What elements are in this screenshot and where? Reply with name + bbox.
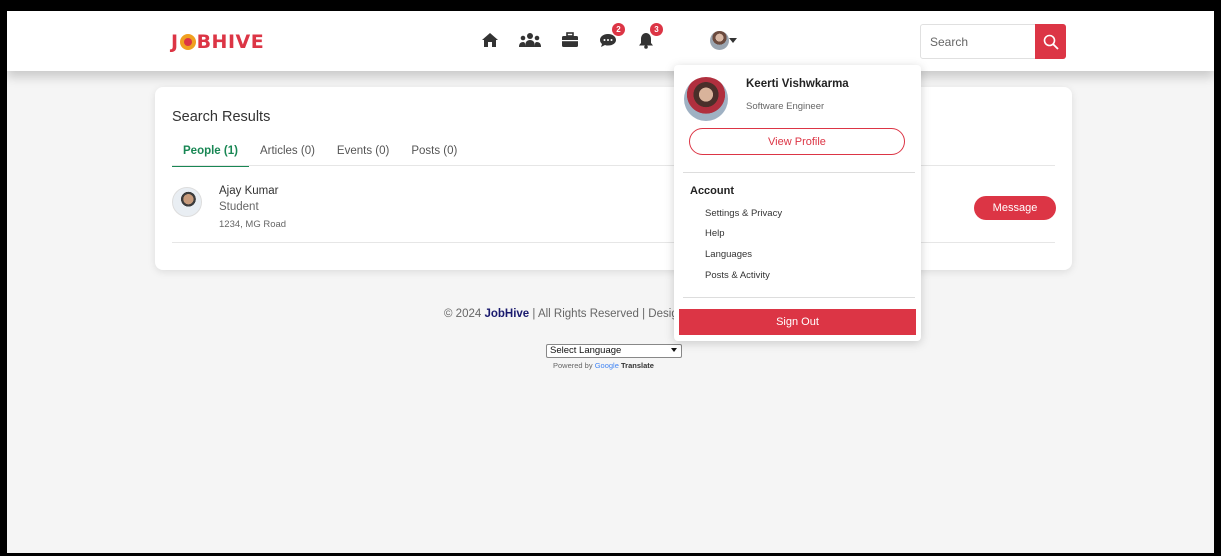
avatar[interactable] xyxy=(172,187,202,217)
search-results-title: Search Results xyxy=(172,109,271,125)
person-name[interactable]: Ajay Kumar xyxy=(219,185,278,197)
divider xyxy=(683,172,915,173)
profile-dropdown-menu: Keerti Vishwkarma Software Engineer View… xyxy=(674,65,921,341)
tab-posts[interactable]: Posts (0) xyxy=(400,140,468,167)
menu-item-help[interactable]: Help xyxy=(705,228,725,239)
app-screen: J BHIVE 2 3 Search Search Results People… xyxy=(7,11,1214,553)
divider xyxy=(683,297,915,298)
divider xyxy=(172,242,1055,243)
avatar-image xyxy=(709,30,729,50)
language-select[interactable]: Select Language xyxy=(546,344,682,358)
google-logo: Google xyxy=(594,361,619,370)
briefcase-icon[interactable] xyxy=(559,29,581,51)
chevron-down-icon xyxy=(671,348,677,352)
footer-text: © 2024 JobHive | All Rights Reserved | D… xyxy=(444,308,678,320)
search-results-card: Search Results People (1) Articles (0) E… xyxy=(155,87,1072,270)
search-box xyxy=(920,24,1066,59)
profile-role: Software Engineer xyxy=(746,101,825,112)
tab-people[interactable]: People (1) xyxy=(172,140,249,167)
navbar: J BHIVE 2 3 xyxy=(7,11,1214,71)
results-tabs: People (1) Articles (0) Events (0) Posts… xyxy=(172,140,468,167)
translate-link[interactable]: Translate xyxy=(621,361,654,370)
notifications-icon[interactable]: 3 xyxy=(635,23,663,51)
search-icon xyxy=(1043,34,1059,50)
search-input[interactable] xyxy=(921,25,1035,58)
home-icon[interactable] xyxy=(479,29,501,51)
profile-name: Keerti Vishwkarma xyxy=(746,78,849,90)
account-heading: Account xyxy=(690,185,734,197)
menu-item-languages[interactable]: Languages xyxy=(705,249,752,260)
footer-brand-link[interactable]: JobHive xyxy=(484,308,529,320)
avatar xyxy=(684,77,728,121)
notifications-badge: 3 xyxy=(650,23,663,36)
network-icon[interactable] xyxy=(519,29,541,51)
person-address: 1234, MG Road xyxy=(219,219,287,230)
messages-icon[interactable]: 2 xyxy=(597,23,625,51)
search-button[interactable] xyxy=(1035,24,1066,59)
messages-badge: 2 xyxy=(612,23,625,36)
person-role: Student xyxy=(219,201,259,213)
logo[interactable]: J BHIVE xyxy=(171,31,264,53)
powered-by-text: Powered by Google Translate xyxy=(553,361,654,370)
menu-item-posts-activity[interactable]: Posts & Activity xyxy=(705,270,770,281)
tab-events[interactable]: Events (0) xyxy=(326,140,400,167)
view-profile-button[interactable]: View Profile xyxy=(689,128,905,155)
divider xyxy=(172,165,1055,166)
logo-o-icon xyxy=(179,34,196,50)
chevron-down-icon[interactable] xyxy=(729,38,737,43)
profile-avatar[interactable] xyxy=(708,29,730,51)
tab-articles[interactable]: Articles (0) xyxy=(249,140,326,167)
sign-out-button[interactable]: Sign Out xyxy=(679,309,916,335)
message-button[interactable]: Message xyxy=(974,196,1056,220)
menu-item-settings-privacy[interactable]: Settings & Privacy xyxy=(705,208,782,219)
